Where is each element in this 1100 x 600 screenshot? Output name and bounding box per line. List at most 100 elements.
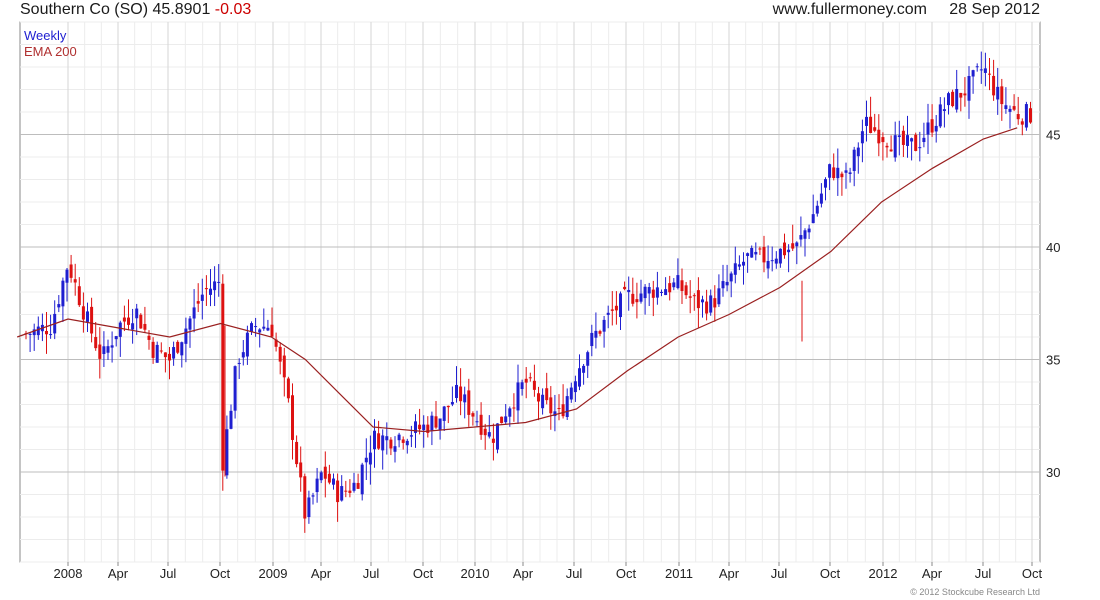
candle-body (754, 251, 758, 255)
x-tick-label: Apr (922, 566, 943, 581)
candle-body (262, 326, 266, 329)
candle-body (475, 421, 479, 423)
candle-body (168, 353, 171, 361)
candle-body (77, 286, 81, 306)
x-tick-label: 2009 (259, 566, 288, 581)
candle-body (696, 290, 700, 309)
x-tick-label: Oct (820, 566, 841, 581)
candle-body (561, 404, 565, 417)
candle-body (172, 347, 176, 359)
candle-body (377, 433, 381, 449)
candle-body (250, 323, 253, 332)
candle-body (955, 88, 959, 110)
candle-body (282, 355, 286, 378)
candle-body (291, 395, 294, 440)
candle-body (983, 68, 987, 73)
candle-body (729, 273, 733, 282)
candle-body (889, 149, 893, 152)
candle-body (65, 269, 69, 283)
candle-body (651, 289, 655, 298)
candle-body (910, 138, 914, 142)
candle-body (541, 394, 545, 409)
copyright-note: © 2012 Stockcube Research Ltd (910, 587, 1040, 597)
candle-body (610, 309, 614, 311)
candle-body (1008, 108, 1012, 112)
candle-body (635, 299, 639, 303)
candle-body (438, 418, 442, 431)
candle-body (967, 75, 971, 101)
candle-body (1012, 106, 1016, 110)
candle-body (725, 281, 729, 286)
candle-body (184, 328, 188, 344)
candle-body (90, 306, 94, 334)
candle-body (483, 428, 487, 436)
candle-body (241, 352, 245, 358)
candle-body (159, 350, 163, 352)
candle-body (106, 346, 110, 353)
candle-body (664, 289, 668, 296)
candle-body (660, 291, 663, 293)
candle-body (327, 473, 331, 483)
candle-body (381, 435, 385, 451)
candle-body (512, 407, 516, 409)
candle-body (139, 314, 143, 329)
candle-body (196, 301, 200, 304)
candle-body (770, 260, 774, 262)
candle-body (717, 288, 721, 305)
candle-body (885, 145, 889, 148)
candle-body (151, 341, 155, 358)
candle-body (799, 235, 803, 240)
candle-body (81, 306, 85, 320)
candle-body (762, 246, 766, 263)
candle-body (364, 457, 368, 463)
candle-body (856, 147, 860, 157)
candle-body (176, 341, 180, 353)
candle-body (500, 416, 504, 424)
candle-body (631, 293, 635, 304)
x-tick-label: Oct (413, 566, 434, 581)
candle-body (844, 170, 848, 173)
candle-body (897, 135, 901, 137)
candle-body (299, 462, 303, 478)
candle-body (688, 296, 692, 298)
candle-body (713, 298, 717, 308)
candle-body (922, 137, 926, 143)
chart-legend: Weekly EMA 200 (24, 28, 77, 60)
candle-body (893, 135, 897, 158)
x-tick-label: Oct (616, 566, 637, 581)
x-tick-label: Oct (1022, 566, 1043, 581)
candle-body (988, 73, 991, 75)
candle-body (865, 116, 868, 126)
candle-body (1024, 104, 1028, 128)
x-tick-label: 2012 (869, 566, 898, 581)
candle-body (881, 137, 885, 143)
candle-body (672, 282, 676, 288)
candle-body (992, 75, 996, 96)
candle-body (578, 368, 581, 387)
candle-body (926, 122, 930, 135)
candle-body (1000, 86, 1004, 105)
candle-body (323, 466, 327, 479)
candle-body (758, 248, 762, 250)
candle-body (278, 346, 282, 362)
candle-body (225, 429, 229, 476)
candle-body (668, 283, 672, 293)
candle-body (389, 439, 393, 449)
candle-body (98, 344, 102, 359)
candle-body (508, 408, 512, 417)
candle-body (348, 490, 352, 493)
x-tick-label: Jul (566, 566, 583, 581)
candle-body (266, 327, 270, 331)
candle-body (549, 397, 553, 414)
candle-body (303, 476, 307, 519)
candle-body (942, 109, 946, 112)
candle-body (479, 414, 483, 435)
candle-body (397, 434, 401, 441)
candle-body (245, 332, 249, 357)
candle-body (951, 91, 955, 107)
candle-body (528, 377, 532, 379)
candle-body (143, 323, 147, 330)
x-tick-label: Jul (975, 566, 992, 581)
candle-body (614, 305, 618, 311)
candle-body (795, 242, 799, 247)
